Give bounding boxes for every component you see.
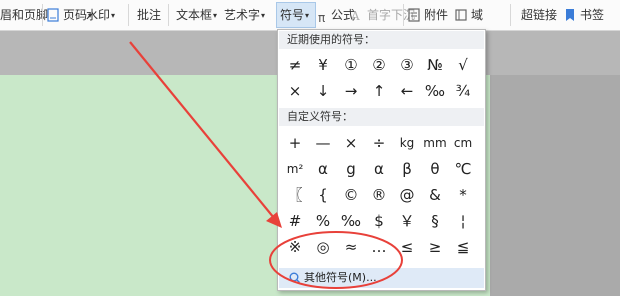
symbol-cell[interactable]: ①: [337, 52, 365, 78]
symbol-cell[interactable]: ¦: [449, 208, 477, 234]
symbol-cell[interactable]: α: [309, 156, 337, 182]
symbol-cell[interactable]: ↑: [365, 78, 393, 104]
symbol-cell[interactable]: ¥: [309, 52, 337, 78]
symbol-cell[interactable]: +: [281, 130, 309, 156]
symbol-cell[interactable]: ®: [365, 182, 393, 208]
watermark-button[interactable]: 水印▾: [86, 2, 115, 28]
chevron-down-icon: ▾: [213, 11, 218, 20]
symbol-cell[interactable]: α: [365, 156, 393, 182]
comment-button[interactable]: 批注: [137, 2, 161, 28]
symbol-cell[interactable]: ￥: [393, 208, 421, 234]
toolbar-separator: [403, 4, 404, 26]
document-margin-area: [490, 75, 620, 296]
symbol-cell[interactable]: ℃: [449, 156, 477, 182]
bookmark-icon: [563, 5, 577, 21]
symbol-cell[interactable]: kg: [393, 130, 421, 156]
symbol-cell[interactable]: {: [309, 182, 337, 208]
symbol-cell[interactable]: 〖: [281, 182, 309, 208]
attachment-icon: [407, 5, 421, 22]
symbol-cell[interactable]: ©: [337, 182, 365, 208]
header-footer-button[interactable]: 眉和页脚: [0, 2, 48, 28]
symbol-cell[interactable]: ×: [337, 130, 365, 156]
symbol-cell[interactable]: ‰: [337, 208, 365, 234]
symbol-cell[interactable]: ↓: [309, 78, 337, 104]
symbol-cell[interactable]: ¾: [449, 78, 477, 104]
field-button[interactable]: 域: [454, 2, 483, 28]
symbol-cell[interactable]: ←: [393, 78, 421, 104]
field-icon: [454, 5, 468, 21]
symbol-cell[interactable]: ◎: [309, 234, 337, 260]
drop-cap-icon: A: [350, 5, 364, 23]
symbol-cell[interactable]: →: [337, 78, 365, 104]
symbol-cell[interactable]: g: [337, 156, 365, 182]
symbol-cell[interactable]: $: [365, 208, 393, 234]
symbol-cell[interactable]: ÷: [365, 130, 393, 156]
symbol-cell[interactable]: √: [449, 52, 477, 78]
symbol-cell[interactable]: ≦: [449, 234, 477, 260]
svg-text:A: A: [350, 9, 360, 22]
symbol-cell[interactable]: ≥: [421, 234, 449, 260]
toolbar-separator: [510, 4, 511, 26]
recent-symbols-heading: 近期使用的符号：: [279, 31, 484, 49]
symbol-cell[interactable]: ※: [281, 234, 309, 260]
symbol-cell[interactable]: —: [309, 130, 337, 156]
symbol-cell[interactable]: ③: [393, 52, 421, 78]
symbol-cell[interactable]: ×: [281, 78, 309, 104]
symbol-cell[interactable]: ‰: [421, 78, 449, 104]
symbol-cell[interactable]: @: [393, 182, 421, 208]
chevron-down-icon: ▾: [261, 11, 266, 20]
symbol-cell[interactable]: …: [365, 234, 393, 260]
chevron-down-icon: ▾: [305, 11, 310, 20]
attachment-button[interactable]: 附件: [407, 2, 448, 28]
symbol-cell[interactable]: &: [421, 182, 449, 208]
insert-toolbar: 眉和页脚 页码▾ 水印▾ 批注 文本框▾ 艺术字▾ 符号▾ π 公式 A 首字下沉…: [0, 0, 620, 31]
custom-symbols-grid: +—×÷kgmmcmm²αgαβθ℃〖{©®@&*#%‰$￥§¦※◎≈…≤≥≦≧: [281, 130, 477, 286]
drop-cap-button[interactable]: A 首字下沉: [350, 2, 415, 28]
textbox-button[interactable]: 文本框▾: [176, 2, 217, 28]
symbol-cell[interactable]: m²: [281, 156, 309, 182]
toolbar-separator: [168, 4, 169, 26]
hyperlink-button[interactable]: 超链接: [521, 2, 557, 28]
pi-icon: π: [318, 11, 326, 25]
symbol-cell[interactable]: №: [421, 52, 449, 78]
symbol-dropdown-menu: 近期使用的符号： ≠¥①②③№√×↓→↑←‰¾½¼ 自定义符号： +—×÷kgm…: [277, 29, 486, 291]
symbol-cell[interactable]: §: [421, 208, 449, 234]
toolbar-separator: [128, 4, 129, 26]
wordart-button[interactable]: 艺术字▾: [224, 2, 265, 28]
symbol-cell[interactable]: mm: [421, 130, 449, 156]
symbol-cell[interactable]: θ: [421, 156, 449, 182]
search-icon: [289, 270, 300, 290]
symbol-cell[interactable]: β: [393, 156, 421, 182]
symbol-cell[interactable]: *: [449, 182, 477, 208]
symbol-cell[interactable]: cm: [449, 130, 477, 156]
page-number-icon: [46, 5, 60, 22]
symbol-cell[interactable]: ≠: [281, 52, 309, 78]
symbol-cell[interactable]: ≈: [337, 234, 365, 260]
symbol-button[interactable]: 符号▾: [276, 2, 316, 28]
toolbar-separator: [42, 4, 43, 26]
symbol-cell[interactable]: ②: [365, 52, 393, 78]
chevron-down-icon: ▾: [111, 11, 116, 20]
symbol-cell[interactable]: #: [281, 208, 309, 234]
bookmark-button[interactable]: 书签: [563, 2, 604, 28]
symbol-cell[interactable]: %: [309, 208, 337, 234]
more-symbols-menu-item[interactable]: 其他符号(M)...: [279, 268, 484, 288]
custom-symbols-heading: 自定义符号：: [279, 108, 484, 126]
symbol-cell[interactable]: ≤: [393, 234, 421, 260]
